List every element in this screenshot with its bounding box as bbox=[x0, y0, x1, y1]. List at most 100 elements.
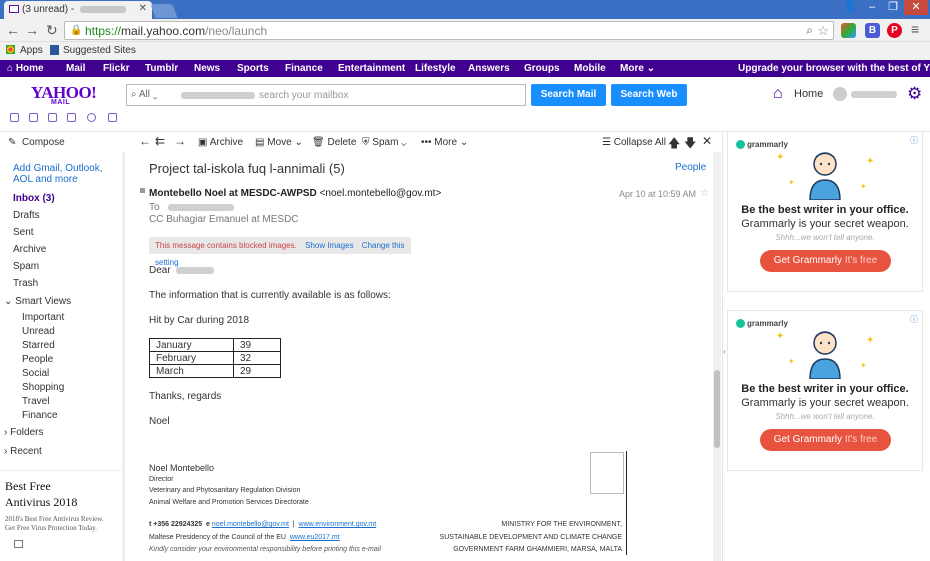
reply-icon[interactable]: ← bbox=[139, 134, 151, 148]
ynav-entertainment[interactable]: Entertainment bbox=[338, 63, 405, 74]
sidebar-item-inbox[interactable]: Inbox (3) bbox=[13, 193, 55, 204]
ynav-news[interactable]: News bbox=[194, 63, 220, 74]
smart-view-social[interactable]: Social bbox=[22, 368, 49, 379]
sidebar-item-sent[interactable]: Sent bbox=[13, 227, 34, 238]
sidebar-splitter[interactable] bbox=[122, 152, 125, 561]
search-input[interactable]: ⌕ All ⌄ search your mailbox bbox=[126, 84, 526, 106]
ministry-3: GOVERNMENT FARM GHAMMIERI, MARSA, MALTA bbox=[453, 546, 622, 553]
notepad-app-icon[interactable] bbox=[67, 113, 76, 122]
message-scrollbar[interactable] bbox=[713, 152, 721, 561]
smart-views-toggle[interactable]: ⌄ Smart Views bbox=[4, 296, 71, 307]
home-icon[interactable]: ⌂ bbox=[773, 85, 783, 103]
ynav-tumblr[interactable]: Tumblr bbox=[145, 63, 178, 74]
reload-icon[interactable]: ↻ bbox=[46, 22, 58, 39]
get-grammarly-button[interactable]: Get Grammarly It's free bbox=[760, 429, 891, 451]
search-mail-button[interactable]: Search Mail bbox=[531, 84, 606, 106]
grammarly-ad-top[interactable]: grammarly ⓘ ✦ ✦ ✦ ✦ Be the best writer i… bbox=[727, 131, 923, 292]
smart-view-finance[interactable]: Finance bbox=[22, 410, 58, 421]
close-window-icon[interactable]: ✕ bbox=[904, 0, 928, 15]
avatar[interactable] bbox=[833, 87, 847, 101]
ynav-flickr[interactable]: Flickr bbox=[103, 63, 130, 74]
close-tab-icon[interactable]: ✕ bbox=[139, 3, 147, 14]
ynav-home[interactable]: ⌂ Home bbox=[7, 63, 44, 74]
grammarly-ad-bottom[interactable]: grammarly ⓘ ✦ ✦ ✦ ✦ Be the best writer i… bbox=[727, 310, 923, 471]
more-button[interactable]: ••• More ⌄ bbox=[421, 137, 468, 148]
delete-button[interactable]: 🗑 Delete bbox=[312, 137, 356, 148]
address-bar[interactable]: 🔒 https://mail.yahoo.com/neo/launch ☆ ⌕ bbox=[64, 21, 834, 40]
forward-icon[interactable]: → bbox=[25, 22, 39, 38]
smart-view-important[interactable]: Important bbox=[22, 312, 64, 323]
search-web-button[interactable]: Search Web bbox=[611, 84, 687, 106]
bookmark-suggested-sites[interactable]: Suggested Sites bbox=[63, 45, 136, 56]
show-images-link[interactable]: Show Images bbox=[305, 241, 353, 250]
smart-view-travel[interactable]: Travel bbox=[22, 396, 49, 407]
forward-icon[interactable]: → bbox=[174, 134, 186, 148]
extension-b-icon[interactable]: B bbox=[865, 23, 880, 38]
recent-toggle[interactable]: › Recent bbox=[4, 446, 42, 457]
add-accounts-link[interactable]: Add Gmail, Outlook, bbox=[13, 163, 102, 174]
ynav-sports[interactable]: Sports bbox=[237, 63, 269, 74]
sidebar-item-drafts[interactable]: Drafts bbox=[13, 210, 40, 221]
sidebar-item-archive[interactable]: Archive bbox=[13, 244, 46, 255]
contacts-app-icon[interactable] bbox=[29, 113, 38, 122]
ynav-mobile[interactable]: Mobile bbox=[574, 63, 606, 74]
sig-email-link[interactable]: noel.montebello@gov.mt bbox=[212, 521, 289, 528]
close-message-icon[interactable]: ✕ bbox=[702, 134, 712, 148]
ad-text-2: Get Free Virus Protection Today. bbox=[5, 524, 97, 532]
mail-app-icon[interactable] bbox=[10, 113, 19, 122]
profile-icon[interactable]: 👤 bbox=[840, 0, 860, 15]
add-accounts-link-2[interactable]: AOL and more bbox=[13, 174, 78, 185]
zoom-search-icon[interactable]: ⌕ bbox=[806, 23, 813, 38]
upgrade-browser-link[interactable]: Upgrade your browser with the best of Ya… bbox=[738, 63, 930, 74]
browser-tab[interactable]: (3 unread) - ✕ bbox=[4, 1, 152, 19]
redacted-username[interactable] bbox=[851, 91, 897, 98]
ad-info-icon[interactable]: ⓘ bbox=[910, 135, 918, 146]
smart-view-shopping[interactable]: Shopping bbox=[22, 382, 64, 393]
sig-web-link[interactable]: www.environment.gov.mt bbox=[299, 521, 377, 528]
smart-view-unread[interactable]: Unread bbox=[22, 326, 55, 337]
sidebar-item-spam[interactable]: Spam bbox=[13, 261, 39, 272]
sidebar-ad[interactable]: Best Free Antivirus 2018 2018's Best Fre… bbox=[0, 470, 122, 540]
smart-view-starred[interactable]: Starred bbox=[22, 340, 55, 351]
search-scope-dropdown[interactable]: ⌕ All ⌄ bbox=[131, 89, 157, 100]
ynav-lifestyle[interactable]: Lifestyle bbox=[415, 63, 456, 74]
minimize-icon[interactable]: – bbox=[862, 0, 882, 15]
spam-button[interactable]: ⛨ Spam ⌄ bbox=[362, 137, 407, 148]
ynav-more[interactable]: More ⌄ bbox=[620, 63, 655, 74]
collapse-all-button[interactable]: ☰ Collapse All bbox=[602, 137, 666, 148]
bookmark-apps[interactable]: Apps bbox=[20, 45, 43, 56]
pinterest-icon[interactable]: P bbox=[887, 23, 902, 38]
ynav-groups[interactable]: Groups bbox=[524, 63, 560, 74]
folders-toggle[interactable]: › Folders bbox=[4, 427, 43, 438]
scrollbar-thumb[interactable] bbox=[714, 370, 720, 448]
settings-gear-icon[interactable]: ⚙ bbox=[907, 84, 922, 104]
calendar-app-icon[interactable] bbox=[48, 113, 57, 122]
ynav-finance[interactable]: Finance bbox=[285, 63, 323, 74]
star-icon[interactable]: ☆ bbox=[700, 188, 709, 199]
ynav-mail[interactable]: Mail bbox=[66, 63, 85, 74]
reply-all-icon[interactable]: ⇇ bbox=[155, 134, 165, 148]
sender-line[interactable]: Montebello Noel at MESDC-AWPSD <noel.mon… bbox=[149, 188, 441, 199]
sidebar-item-trash[interactable]: Trash bbox=[13, 278, 38, 289]
extension-color-icon[interactable] bbox=[841, 23, 856, 38]
compose-button[interactable]: ✎ Compose bbox=[8, 137, 65, 148]
ad-info-icon[interactable]: ⓘ bbox=[910, 314, 918, 325]
rail-collapse-icon[interactable]: › bbox=[723, 347, 726, 356]
collapse-bullet-icon[interactable] bbox=[140, 188, 145, 193]
sig-eu-link[interactable]: www.eu2017.mt bbox=[290, 534, 340, 541]
new-tab-button[interactable] bbox=[150, 4, 178, 18]
back-icon[interactable]: ← bbox=[6, 22, 20, 38]
restore-icon[interactable]: ❐ bbox=[883, 0, 903, 15]
home-link[interactable]: Home bbox=[794, 88, 823, 100]
newsfeed-app-icon[interactable] bbox=[108, 113, 117, 122]
ynav-answers[interactable]: Answers bbox=[468, 63, 510, 74]
image-icon[interactable] bbox=[14, 540, 23, 548]
bookmark-star-icon[interactable]: ☆ bbox=[817, 23, 829, 39]
archive-button[interactable]: ▣ Archive bbox=[198, 137, 243, 148]
move-button[interactable]: ▤ Move ⌄ bbox=[255, 137, 303, 148]
get-grammarly-button[interactable]: Get Grammarly It's free bbox=[760, 250, 891, 272]
menu-icon[interactable]: ≡ bbox=[911, 21, 919, 37]
messenger-app-icon[interactable] bbox=[87, 113, 96, 122]
smart-view-people[interactable]: People bbox=[22, 354, 53, 365]
people-link[interactable]: People bbox=[675, 162, 706, 173]
